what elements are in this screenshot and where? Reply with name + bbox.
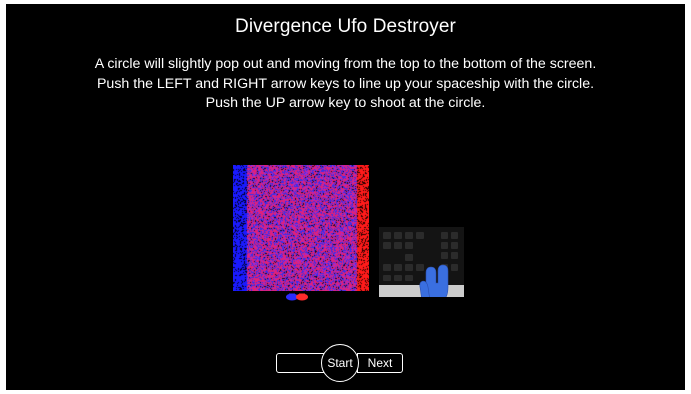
keyboard-key	[383, 264, 391, 271]
dot-field-stimulus	[233, 165, 369, 291]
keyboard-arrow-keys-hand-icon	[379, 227, 464, 297]
spaceship-icon	[286, 293, 308, 301]
keyboard-key	[394, 242, 402, 249]
keyboard-key	[416, 264, 424, 271]
instruction-line-3: Push the UP arrow key to shoot at the ci…	[205, 95, 486, 111]
instruction-line-2: Push the LEFT and RIGHT arrow keys to li…	[96, 75, 595, 92]
keyboard-key	[451, 242, 458, 249]
back-button[interactable]	[276, 353, 326, 373]
keyboard-key	[451, 252, 458, 259]
keyboard-key	[405, 254, 413, 261]
keyboard-key	[383, 232, 391, 239]
keyboard-key	[441, 242, 448, 249]
keyboard-key	[394, 232, 402, 239]
keyboard-key	[383, 275, 391, 281]
keyboard-key	[416, 232, 424, 239]
instructions: A circle will slightly pop out and movin…	[6, 55, 685, 114]
keyboard-key	[451, 232, 458, 239]
keyboard-key	[441, 232, 448, 239]
keyboard-key	[383, 242, 391, 249]
next-button[interactable]: Next	[357, 353, 403, 373]
keyboard-key	[394, 275, 402, 281]
keyboard-key	[394, 264, 402, 271]
page-title: Divergence Ufo Destroyer	[235, 16, 456, 37]
keyboard-key	[405, 264, 413, 271]
keyboard-key	[451, 264, 458, 271]
keyboard-key	[405, 275, 413, 281]
instruction-line-1: A circle will slightly pop out and movin…	[94, 56, 597, 72]
keyboard-key	[405, 242, 413, 249]
start-button[interactable]: Start	[321, 344, 359, 382]
dot-field-canvas	[233, 165, 369, 291]
task-screen: Divergence Ufo Destroyer A circle will s…	[6, 4, 685, 390]
keyboard-key	[441, 252, 448, 259]
keyboard-key	[405, 232, 413, 239]
